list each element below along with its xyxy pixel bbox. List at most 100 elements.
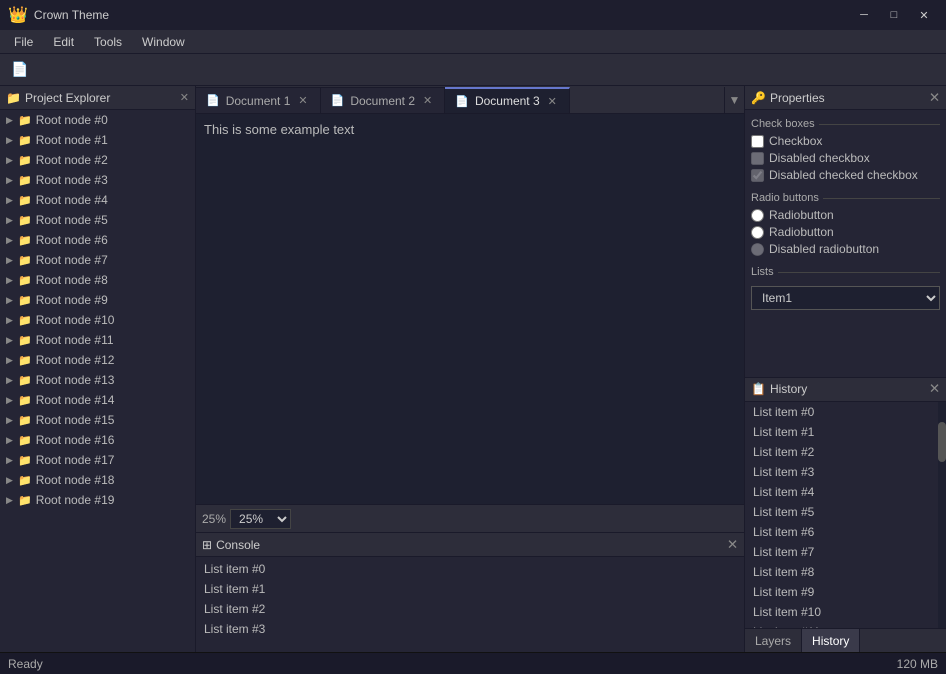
history-scroll-thumb[interactable] bbox=[938, 422, 946, 462]
tree-item-4[interactable]: ▶📁Root node #4 bbox=[0, 190, 195, 210]
lists-title: Lists bbox=[751, 266, 940, 278]
folder-icon: 📁 bbox=[18, 474, 32, 487]
folder-icon: 📁 bbox=[18, 294, 32, 307]
project-explorer-header: 📁 Project Explorer ✕ bbox=[0, 86, 195, 110]
history-item-4[interactable]: List item #4 bbox=[745, 482, 946, 502]
folder-icon: 📁 bbox=[18, 394, 32, 407]
tree-item-0[interactable]: ▶📁Root node #0 bbox=[0, 110, 195, 130]
tree-arrow: ▶ bbox=[6, 135, 14, 146]
tree-item-10[interactable]: ▶📁Root node #10 bbox=[0, 310, 195, 330]
history-item-1[interactable]: List item #1 bbox=[745, 422, 946, 442]
new-file-button[interactable]: 📄 bbox=[6, 57, 34, 83]
radio-1[interactable] bbox=[751, 226, 764, 239]
console-item-0[interactable]: List item #0 bbox=[196, 559, 744, 579]
folder-icon: 📁 bbox=[18, 374, 32, 387]
tree-item-9[interactable]: ▶📁Root node #9 bbox=[0, 290, 195, 310]
tree-item-3[interactable]: ▶📁Root node #3 bbox=[0, 170, 195, 190]
history-item-2[interactable]: List item #2 bbox=[745, 442, 946, 462]
radio-row-0: Radiobutton bbox=[751, 208, 940, 222]
minimize-button[interactable]: ─ bbox=[850, 5, 878, 25]
history-item-11[interactable]: List item #11 bbox=[745, 622, 946, 629]
tree-item-2[interactable]: ▶📁Root node #2 bbox=[0, 150, 195, 170]
close-button[interactable]: ✕ bbox=[910, 5, 938, 25]
radio-0[interactable] bbox=[751, 209, 764, 222]
console-item-1[interactable]: List item #1 bbox=[196, 579, 744, 599]
history-item-0[interactable]: List item #0 bbox=[745, 402, 946, 422]
tree-item-1[interactable]: ▶📁Root node #1 bbox=[0, 130, 195, 150]
history-item-10[interactable]: List item #10 bbox=[745, 602, 946, 622]
list-select[interactable]: Item1Item2Item3Item4 bbox=[751, 286, 940, 310]
folder-icon: 📁 bbox=[18, 234, 32, 247]
folder-icon: 📁 bbox=[18, 114, 32, 127]
tree-item-5[interactable]: ▶📁Root node #5 bbox=[0, 210, 195, 230]
checkboxes-section: Check boxes Checkbox Disabled checkbox D… bbox=[751, 118, 940, 182]
title-bar: 👑 Crown Theme ─ □ ✕ bbox=[0, 0, 946, 30]
tree-item-13[interactable]: ▶📁Root node #13 bbox=[0, 370, 195, 390]
tree-item-7[interactable]: ▶📁Root node #7 bbox=[0, 250, 195, 270]
tab-history[interactable]: History bbox=[802, 629, 860, 653]
tab-2[interactable]: 📄Document 3✕ bbox=[445, 87, 570, 113]
history-item-6[interactable]: List item #6 bbox=[745, 522, 946, 542]
tab-layers[interactable]: Layers bbox=[745, 629, 802, 653]
menu-file[interactable]: File bbox=[4, 30, 43, 54]
tree-arrow: ▶ bbox=[6, 275, 14, 286]
history-scrollbar[interactable] bbox=[938, 402, 946, 629]
folder-icon: 📁 bbox=[18, 214, 32, 227]
history-item-7[interactable]: List item #7 bbox=[745, 542, 946, 562]
tab-close-2[interactable]: ✕ bbox=[546, 95, 559, 108]
tree-item-8[interactable]: ▶📁Root node #8 bbox=[0, 270, 195, 290]
folder-icon: 📁 bbox=[18, 314, 32, 327]
tree-item-18[interactable]: ▶📁Root node #18 bbox=[0, 470, 195, 490]
tree-item-11[interactable]: ▶📁Root node #11 bbox=[0, 330, 195, 350]
menu-window[interactable]: Window bbox=[132, 30, 195, 54]
editor-bottom-bar: 25% 25%50%75%100%150%200% bbox=[196, 504, 744, 532]
maximize-button[interactable]: □ bbox=[880, 5, 908, 25]
console-panel: ⊞ Console ✕ List item #0List item #1List… bbox=[196, 532, 744, 652]
tree-item-17[interactable]: ▶📁Root node #17 bbox=[0, 450, 195, 470]
tab-bar: 📄Document 1✕📄Document 2✕📄Document 3✕ ▼ bbox=[196, 86, 744, 114]
history-item-3[interactable]: List item #3 bbox=[745, 462, 946, 482]
history-item-9[interactable]: List item #9 bbox=[745, 582, 946, 602]
properties-content: Check boxes Checkbox Disabled checkbox D… bbox=[745, 110, 946, 377]
tree-item-14[interactable]: ▶📁Root node #14 bbox=[0, 390, 195, 410]
tab-close-0[interactable]: ✕ bbox=[296, 94, 309, 107]
folder-icon: 📁 bbox=[18, 274, 32, 287]
checkbox-disabled-0 bbox=[751, 152, 764, 165]
zoom-label: 25% bbox=[202, 512, 226, 526]
console-close[interactable]: ✕ bbox=[727, 537, 738, 553]
right-panel: 🔑 Properties ✕ Check boxes Checkbox Disa… bbox=[744, 86, 946, 652]
tree-item-19[interactable]: ▶📁Root node #19 bbox=[0, 490, 195, 510]
menu-edit[interactable]: Edit bbox=[43, 30, 84, 54]
zoom-select[interactable]: 25%50%75%100%150%200% bbox=[230, 509, 291, 529]
checkbox-0[interactable] bbox=[751, 135, 764, 148]
checkboxes-title: Check boxes bbox=[751, 118, 940, 130]
history-item-5[interactable]: List item #5 bbox=[745, 502, 946, 522]
tree-arrow: ▶ bbox=[6, 355, 14, 366]
tab-dropdown[interactable]: ▼ bbox=[724, 87, 744, 113]
history-panel: 📋 History ✕ List item #0List item #1List… bbox=[745, 377, 946, 629]
checkbox-row-1: Disabled checkbox bbox=[751, 151, 940, 165]
radio-label-0: Radiobutton bbox=[769, 208, 834, 222]
tree-item-12[interactable]: ▶📁Root node #12 bbox=[0, 350, 195, 370]
tab-1[interactable]: 📄Document 2✕ bbox=[321, 87, 446, 113]
console-item-3[interactable]: List item #3 bbox=[196, 619, 744, 639]
folder-icon: 📁 bbox=[18, 194, 32, 207]
history-close[interactable]: ✕ bbox=[929, 381, 940, 397]
tab-close-1[interactable]: ✕ bbox=[421, 94, 434, 107]
history-item-8[interactable]: List item #8 bbox=[745, 562, 946, 582]
tree-item-15[interactable]: ▶📁Root node #15 bbox=[0, 410, 195, 430]
properties-close[interactable]: ✕ bbox=[929, 90, 940, 106]
editor-area[interactable]: This is some example text bbox=[196, 114, 744, 504]
radio-disabled bbox=[751, 243, 764, 256]
menu-tools[interactable]: Tools bbox=[84, 30, 132, 54]
radio-section: Radio buttons Radiobutton Radiobutton Di… bbox=[751, 192, 940, 256]
project-explorer-close[interactable]: ✕ bbox=[180, 91, 189, 104]
tree-item-6[interactable]: ▶📁Root node #6 bbox=[0, 230, 195, 250]
radio-row-2: Disabled radiobutton bbox=[751, 242, 940, 256]
tree-arrow: ▶ bbox=[6, 455, 14, 466]
tree-item-16[interactable]: ▶📁Root node #16 bbox=[0, 430, 195, 450]
tree-arrow: ▶ bbox=[6, 335, 14, 346]
tab-0[interactable]: 📄Document 1✕ bbox=[196, 87, 321, 113]
folder-icon: 📁 bbox=[18, 414, 32, 427]
console-item-2[interactable]: List item #2 bbox=[196, 599, 744, 619]
